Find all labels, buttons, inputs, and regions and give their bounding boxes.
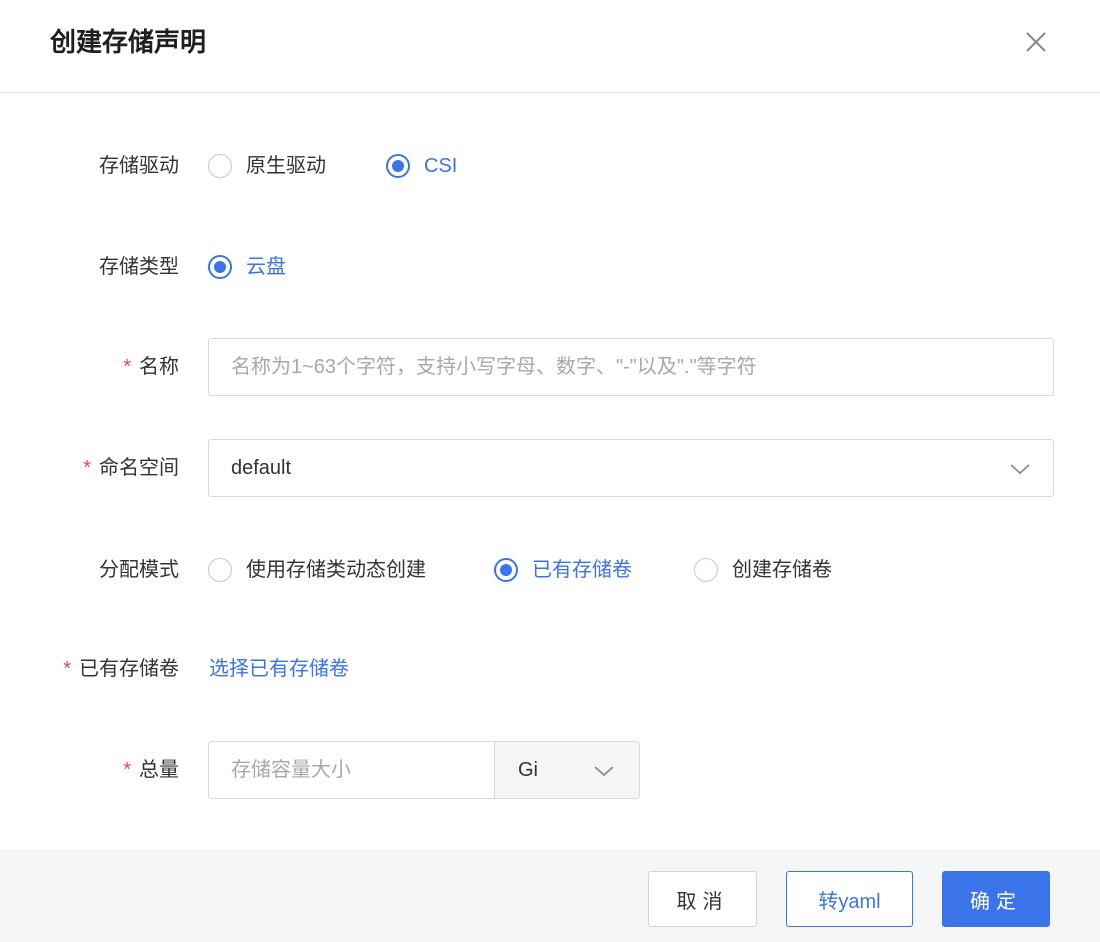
radio-indicator bbox=[694, 558, 718, 582]
radio-indicator bbox=[386, 154, 410, 178]
radio-dynamic-create[interactable]: 使用存储类动态创建 bbox=[208, 556, 426, 584]
capacity-unit-select[interactable]: Gi bbox=[494, 741, 640, 799]
close-icon bbox=[1026, 32, 1046, 52]
chevron-down-icon bbox=[594, 766, 614, 777]
required-mark: * bbox=[123, 759, 131, 781]
storage-driver-label: 存储驱动 bbox=[99, 155, 179, 177]
dialog-header: 创建存储声明 bbox=[0, 0, 1100, 93]
radio-label: 使用存储类动态创建 bbox=[246, 559, 426, 581]
select-existing-volume-link[interactable]: 选择已有存储卷 bbox=[209, 655, 349, 683]
radio-native-driver[interactable]: 原生驱动 bbox=[208, 152, 326, 180]
existing-volume-label: * 已有存储卷 bbox=[63, 658, 179, 680]
capacity-unit-value: Gi bbox=[518, 759, 538, 781]
namespace-value: default bbox=[231, 457, 292, 479]
radio-label: CSI bbox=[424, 155, 458, 177]
radio-label: 已有存储卷 bbox=[532, 559, 632, 581]
radio-indicator bbox=[208, 154, 232, 178]
required-mark: * bbox=[123, 356, 131, 378]
name-input[interactable] bbox=[208, 338, 1054, 396]
radio-csi[interactable]: CSI bbox=[386, 152, 457, 180]
close-button[interactable] bbox=[1021, 27, 1051, 57]
storage-type-label: 存储类型 bbox=[99, 256, 179, 278]
required-mark: * bbox=[63, 658, 71, 680]
capacity-input[interactable] bbox=[208, 741, 495, 799]
confirm-button[interactable]: 确定 bbox=[942, 871, 1050, 927]
radio-indicator bbox=[494, 558, 518, 582]
radio-indicator bbox=[208, 558, 232, 582]
radio-label: 创建存储卷 bbox=[732, 559, 832, 581]
capacity-label: * 总量 bbox=[123, 759, 179, 781]
namespace-label: * 命名空间 bbox=[83, 457, 179, 479]
dialog-footer: 取消 转yaml 确定 bbox=[0, 849, 1100, 942]
allocation-mode-label: 分配模式 bbox=[99, 559, 179, 581]
radio-existing-volume[interactable]: 已有存储卷 bbox=[494, 556, 632, 584]
required-mark: * bbox=[83, 457, 91, 479]
radio-label: 云盘 bbox=[246, 256, 286, 278]
radio-cloud-disk[interactable]: 云盘 bbox=[208, 253, 286, 281]
to-yaml-button[interactable]: 转yaml bbox=[786, 871, 913, 927]
namespace-select[interactable]: default bbox=[208, 439, 1054, 497]
chevron-down-icon bbox=[1010, 464, 1030, 475]
radio-indicator bbox=[208, 255, 232, 279]
radio-create-volume[interactable]: 创建存储卷 bbox=[694, 556, 832, 584]
name-label: * 名称 bbox=[123, 356, 179, 378]
dialog-title: 创建存储声明 bbox=[50, 27, 207, 57]
radio-label: 原生驱动 bbox=[246, 155, 326, 177]
cancel-button[interactable]: 取消 bbox=[648, 871, 757, 927]
